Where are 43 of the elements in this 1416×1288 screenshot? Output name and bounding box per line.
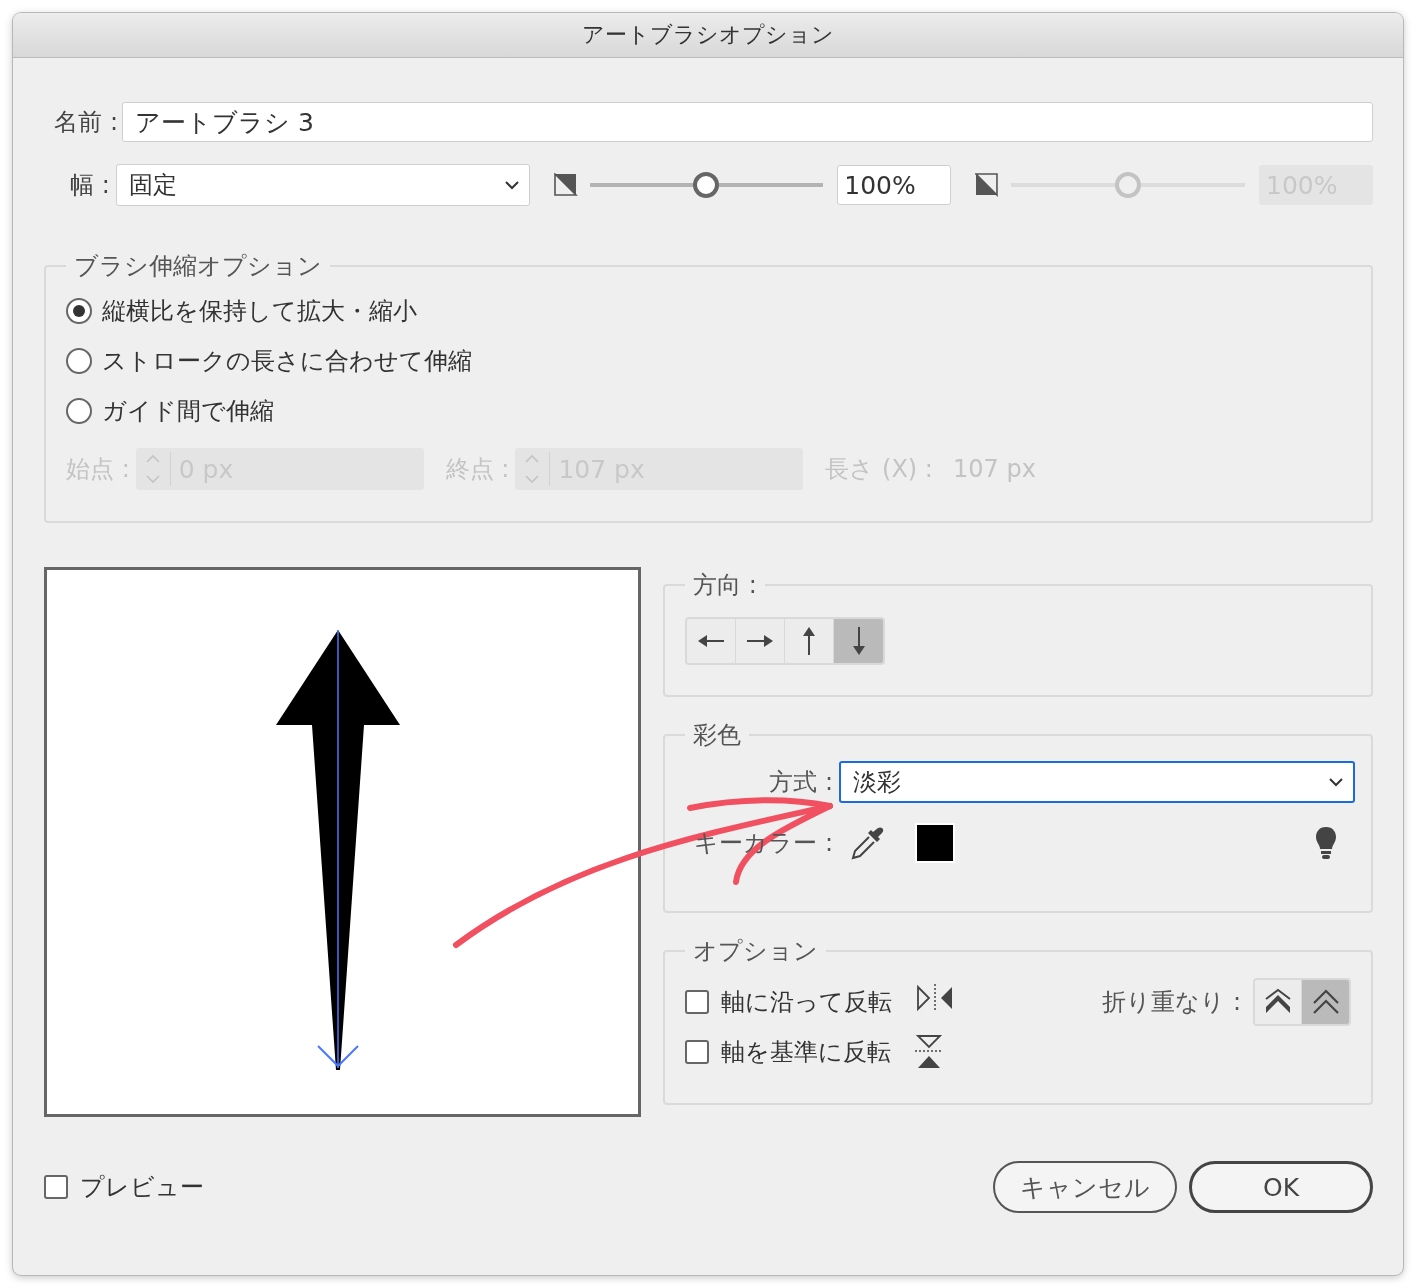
window-title: アートブラシオプション bbox=[582, 21, 834, 49]
radio-label: ストロークの長さに合わせて伸縮 bbox=[102, 346, 472, 377]
checkbox[interactable] bbox=[685, 1040, 709, 1064]
eyedropper-icon bbox=[849, 825, 885, 861]
group-title: 方向 : bbox=[692, 570, 758, 601]
width-triangle-icon bbox=[553, 173, 578, 197]
checkbox-label: 軸に沿って反転 bbox=[721, 987, 892, 1018]
slider-thumb[interactable] bbox=[693, 172, 720, 198]
name-label: 名前 : bbox=[53, 107, 119, 138]
group-title: 彩色 bbox=[692, 720, 742, 751]
width-dropdown[interactable]: 固定 bbox=[115, 164, 530, 206]
arrow-left-icon bbox=[698, 635, 724, 647]
radio-button[interactable] bbox=[66, 298, 92, 324]
width-label: 幅 : bbox=[69, 170, 111, 201]
preview-label: プレビュー bbox=[80, 1172, 204, 1203]
checkbox[interactable] bbox=[685, 990, 709, 1014]
dialog-button[interactable]: OK bbox=[1189, 1161, 1373, 1213]
arrow-right-icon bbox=[747, 635, 773, 647]
overlap-button[interactable] bbox=[1302, 980, 1349, 1024]
dialog-button[interactable]: キャンセル bbox=[993, 1161, 1177, 1213]
overlap-button[interactable] bbox=[1255, 980, 1302, 1024]
chevron-down-icon bbox=[504, 180, 519, 190]
radio-label: ガイド間で伸縮 bbox=[102, 396, 274, 427]
chevron-down-icon bbox=[1329, 777, 1343, 787]
radio-button[interactable] bbox=[66, 398, 92, 424]
width-triangle-icon bbox=[975, 173, 1000, 197]
direction-button[interactable] bbox=[687, 619, 736, 663]
overlap-label: 折り重なり : bbox=[1102, 987, 1241, 1018]
radio-label: 縦横比を保持して拡大・縮小 bbox=[102, 296, 417, 327]
key-color-swatch[interactable] bbox=[915, 823, 955, 863]
group-title: オプション bbox=[692, 936, 819, 967]
checkbox[interactable] bbox=[44, 1175, 68, 1199]
percent-field[interactable]: 100% bbox=[837, 165, 952, 205]
group-title: ブラシ伸縮オプション bbox=[73, 251, 323, 282]
radio-button[interactable] bbox=[66, 348, 92, 374]
checkbox-label: 軸を基準に反転 bbox=[721, 1037, 891, 1068]
method-label: 方式 : bbox=[768, 767, 833, 798]
name-field[interactable]: アートブラシ 3 bbox=[122, 102, 1373, 142]
method-dropdown[interactable]: 淡彩 bbox=[839, 761, 1355, 803]
arrow-up-icon bbox=[803, 627, 815, 655]
arrow-down-icon bbox=[852, 627, 865, 655]
lightbulb-icon bbox=[1315, 826, 1337, 860]
direction-button[interactable] bbox=[834, 619, 883, 663]
